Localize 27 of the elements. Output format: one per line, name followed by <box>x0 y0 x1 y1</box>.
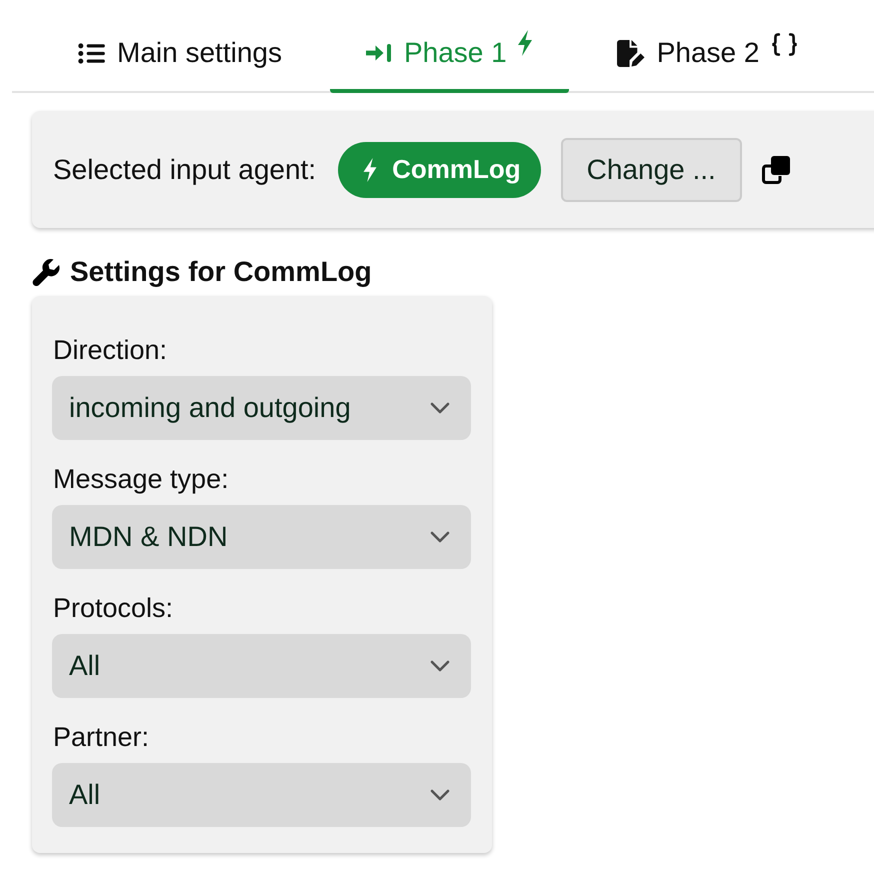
curly-braces-icon <box>771 33 798 56</box>
arrow-to-bar-icon <box>366 43 392 63</box>
field-label: Direction: <box>53 334 168 367</box>
field-label: Protocols: <box>53 592 174 625</box>
lightning-bolt-icon <box>362 158 378 182</box>
tab[interactable]: Main settings <box>42 0 318 93</box>
tab[interactable]: Phase 2 <box>580 0 834 93</box>
list-icon <box>78 42 105 64</box>
chevron-down-icon <box>430 660 450 672</box>
dropdown[interactable]: incoming and outgoing <box>52 376 471 440</box>
chevron-down-icon <box>430 789 450 801</box>
dropdown[interactable]: MDN & NDN <box>52 505 471 569</box>
chevron-down-icon <box>430 531 450 543</box>
dropdown[interactable]: All <box>52 763 471 827</box>
file-pen-icon <box>616 40 645 66</box>
settings-heading: Settings for CommLog <box>70 256 372 288</box>
field-label: Message type: <box>53 463 230 496</box>
wrench-icon <box>32 258 60 286</box>
copy-icon[interactable] <box>762 156 790 184</box>
agent-label: Selected input agent: <box>53 154 316 186</box>
agent-name: CommLog <box>392 154 521 185</box>
field-label: Partner: <box>53 721 150 754</box>
lightning-bolt-icon <box>516 30 533 56</box>
tab[interactable]: Phase 1 <box>330 0 569 93</box>
dropdown[interactable]: All <box>52 634 471 698</box>
change-button[interactable]: Change ... <box>560 138 742 202</box>
chevron-down-icon <box>430 402 450 414</box>
